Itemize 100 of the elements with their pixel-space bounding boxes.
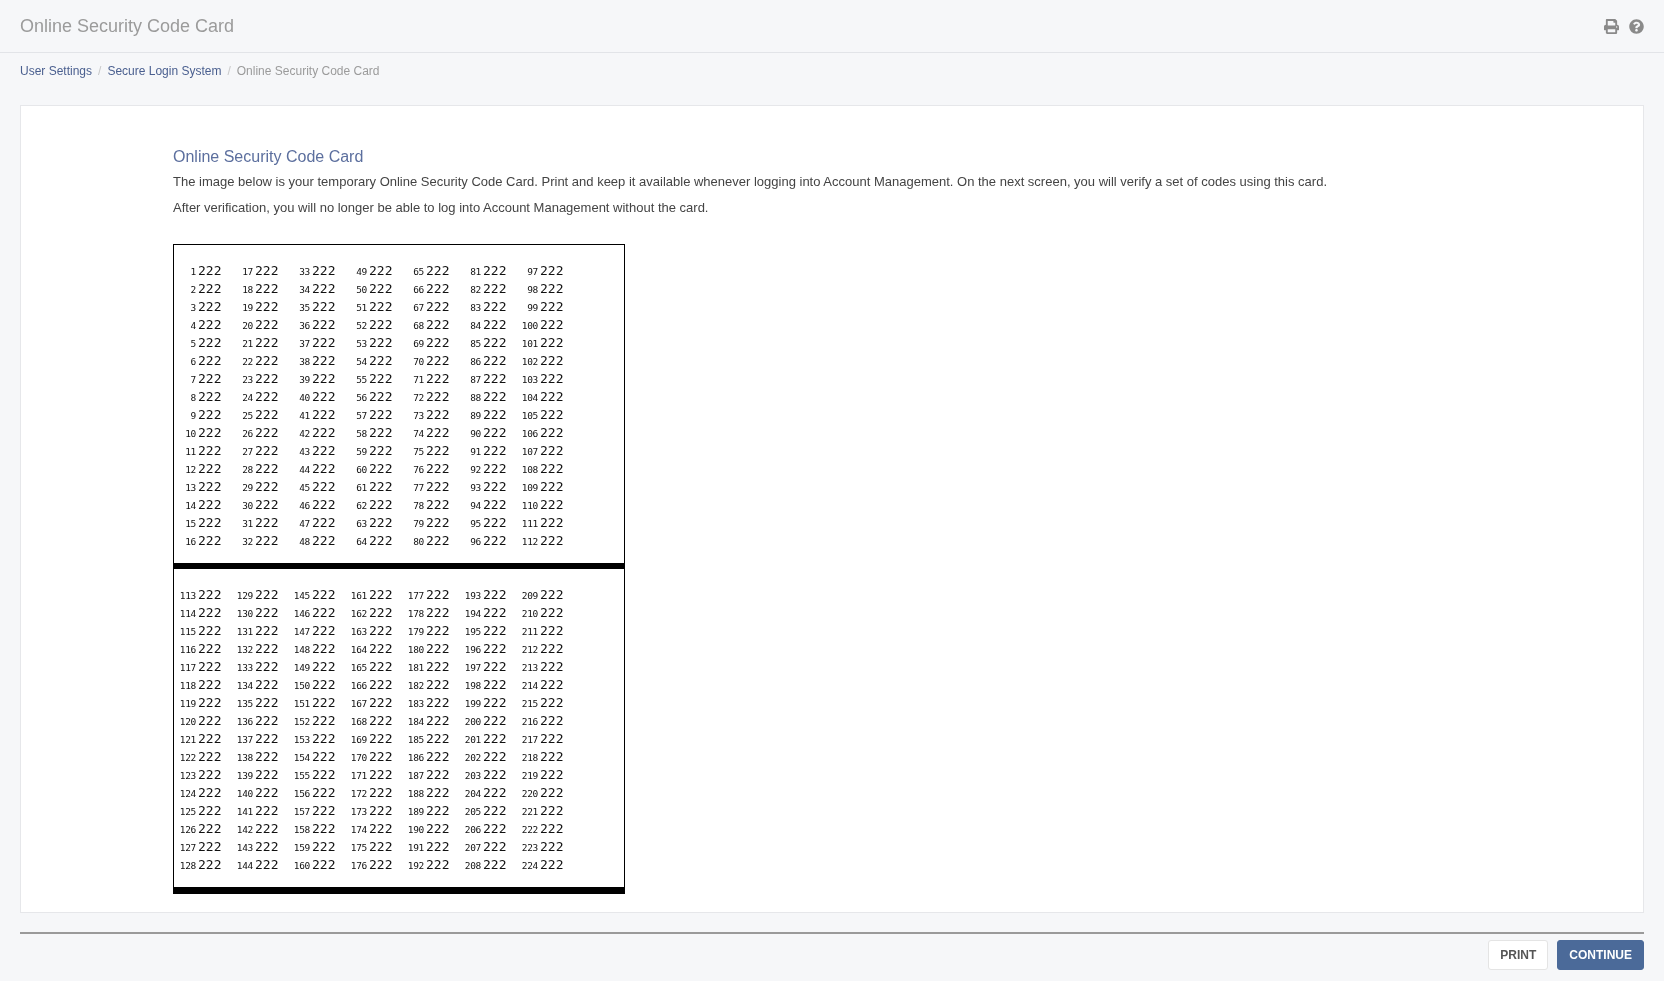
code-value: 222	[198, 479, 222, 494]
help-icon[interactable]	[1629, 18, 1644, 34]
code-number: 117	[178, 662, 196, 673]
code-value: 222	[483, 605, 507, 620]
code-value: 222	[540, 263, 564, 278]
code-number: 136	[235, 716, 253, 727]
code-value: 222	[255, 803, 279, 818]
code-value: 222	[255, 371, 279, 386]
code-value: 222	[483, 299, 507, 314]
code-number: 208	[463, 860, 481, 871]
code-number: 213	[520, 662, 538, 673]
code-number: 221	[520, 806, 538, 817]
code-value: 222	[540, 857, 564, 872]
code-number: 170	[349, 752, 367, 763]
code-number: 172	[349, 788, 367, 799]
code-value: 222	[369, 371, 393, 386]
print-icon[interactable]	[1604, 18, 1619, 34]
code-number: 27	[241, 446, 253, 457]
code-number: 190	[406, 824, 424, 835]
code-value: 222	[312, 533, 336, 548]
code-value: 222	[426, 767, 450, 782]
code-value: 222	[312, 767, 336, 782]
code-value: 222	[369, 335, 393, 350]
code-number: 12	[184, 464, 196, 475]
code-number: 151	[292, 698, 310, 709]
code-value: 222	[540, 839, 564, 854]
code-value: 222	[312, 371, 336, 386]
code-number: 169	[349, 734, 367, 745]
code-number: 224	[520, 860, 538, 871]
code-number: 82	[469, 284, 481, 295]
code-value: 222	[198, 857, 222, 872]
code-number: 2	[189, 284, 196, 295]
breadcrumb-link[interactable]: Secure Login System	[107, 64, 222, 78]
code-number: 198	[463, 680, 481, 691]
code-value: 222	[198, 317, 222, 332]
code-number: 150	[292, 680, 310, 691]
code-value: 222	[369, 299, 393, 314]
code-value: 222	[312, 443, 336, 458]
code-number: 64	[355, 536, 367, 547]
code-value: 222	[426, 785, 450, 800]
code-value: 222	[426, 497, 450, 512]
code-value: 222	[369, 785, 393, 800]
code-value: 222	[483, 353, 507, 368]
code-number: 176	[349, 860, 367, 871]
code-number: 33	[298, 266, 310, 277]
code-value: 222	[540, 767, 564, 782]
code-number: 199	[463, 698, 481, 709]
code-value: 222	[483, 407, 507, 422]
code-value: 222	[369, 461, 393, 476]
code-number: 17	[241, 266, 253, 277]
code-number: 145	[292, 590, 310, 601]
code-value: 222	[312, 389, 336, 404]
code-number: 154	[292, 752, 310, 763]
code-value: 222	[540, 317, 564, 332]
code-value: 222	[255, 767, 279, 782]
code-number: 206	[463, 824, 481, 835]
code-number: 55	[355, 374, 367, 385]
code-number: 83	[469, 302, 481, 313]
code-number: 109	[520, 482, 538, 493]
code-number: 71	[412, 374, 424, 385]
code-value: 222	[426, 389, 450, 404]
code-value: 222	[198, 425, 222, 440]
code-value: 222	[312, 659, 336, 674]
code-value: 222	[540, 731, 564, 746]
code-value: 222	[198, 515, 222, 530]
print-button[interactable]: PRINT	[1488, 940, 1549, 970]
code-number: 164	[349, 644, 367, 655]
code-value: 222	[369, 353, 393, 368]
code-value: 222	[369, 839, 393, 854]
code-number: 40	[298, 392, 310, 403]
code-value: 222	[312, 803, 336, 818]
code-number: 47	[298, 518, 310, 529]
code-value: 222	[255, 677, 279, 692]
code-number: 43	[298, 446, 310, 457]
code-number: 19	[241, 302, 253, 313]
code-value: 222	[426, 641, 450, 656]
code-value: 222	[483, 263, 507, 278]
code-value: 222	[198, 839, 222, 854]
code-value: 222	[540, 389, 564, 404]
code-value: 222	[255, 623, 279, 638]
code-value: 222	[255, 299, 279, 314]
code-number: 85	[469, 338, 481, 349]
code-value: 222	[198, 389, 222, 404]
code-value: 222	[369, 605, 393, 620]
code-value: 222	[369, 281, 393, 296]
code-number: 212	[520, 644, 538, 655]
code-value: 222	[426, 839, 450, 854]
code-number: 69	[412, 338, 424, 349]
code-number: 24	[241, 392, 253, 403]
code-number: 147	[292, 626, 310, 637]
code-value: 222	[483, 623, 507, 638]
code-value: 222	[540, 677, 564, 692]
code-value: 222	[483, 749, 507, 764]
code-value: 222	[198, 407, 222, 422]
continue-button[interactable]: CONTINUE	[1557, 940, 1644, 970]
code-number: 160	[292, 860, 310, 871]
code-number: 39	[298, 374, 310, 385]
code-value: 222	[198, 533, 222, 548]
code-value: 222	[312, 281, 336, 296]
breadcrumb-link[interactable]: User Settings	[20, 64, 93, 78]
